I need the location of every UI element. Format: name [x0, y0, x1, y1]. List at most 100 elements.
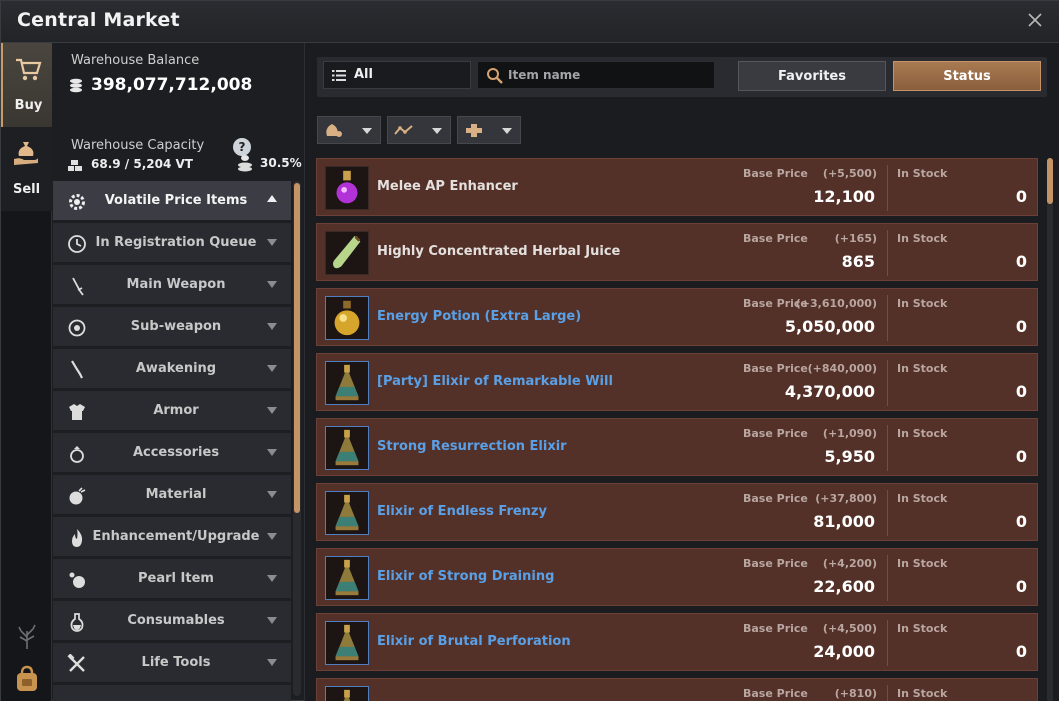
category-pearl-item[interactable]: Pearl Item — [53, 559, 291, 599]
warehouse-weight-value: 68.9 / 5,204 VT — [91, 157, 193, 171]
status-button[interactable]: Status — [893, 61, 1041, 91]
category-consumables[interactable]: Consumables — [53, 601, 291, 641]
tree-icon[interactable] — [15, 623, 39, 649]
price-change: (+3,610,000) — [795, 297, 877, 310]
search-box[interactable] — [477, 61, 715, 89]
sort-by-trend-button[interactable] — [387, 116, 451, 144]
category-scrollbar[interactable] — [293, 181, 301, 696]
tab-buy-label: Buy — [14, 98, 43, 113]
category-sub-weapon[interactable]: Sub-weapon — [53, 307, 291, 347]
side-tabs: Buy Sell — [1, 43, 52, 701]
filter-dropdown[interactable]: All — [323, 61, 471, 89]
price-change: (+1,090) — [822, 427, 877, 440]
category-scrollbar-thumb[interactable] — [294, 183, 300, 513]
in-stock-value: 0 — [1015, 187, 1027, 206]
market-item-row[interactable]: Strong Resurrection Elixir Base Price (+1,… — [316, 418, 1038, 476]
chevron-down-icon — [502, 128, 512, 134]
warehouse-info: Warehouse Balance 398,077,712,008 Wareho… — [53, 43, 303, 179]
category-label: In Registration Queue — [95, 235, 257, 250]
category-awakening[interactable]: Awakening — [53, 349, 291, 389]
category-main-weapon[interactable]: Main Weapon — [53, 265, 291, 305]
item-name[interactable]: Elixir of Brutal Perforation — [377, 634, 571, 649]
sort-by-add-button[interactable] — [457, 116, 521, 144]
in-stock-label: In Stock — [897, 297, 948, 310]
category-accessories[interactable]: Accessories — [53, 433, 291, 473]
in-stock-label: In Stock — [897, 622, 948, 635]
in-stock-label: In Stock — [897, 492, 948, 505]
item-name[interactable]: Elixir of Endless Frenzy — [377, 504, 547, 519]
market-item-row[interactable]: Elixir of Brutal Perforation Base Price (+… — [316, 613, 1038, 671]
category-armor[interactable]: Armor — [53, 391, 291, 431]
in-stock-value: 0 — [1015, 577, 1027, 596]
tab-sell-label: Sell — [12, 182, 41, 197]
category-volatile-price-items[interactable]: Volatile Price Items — [53, 181, 291, 221]
market-item-row[interactable]: Elixir of Strong Draining Base Price (+4,2… — [316, 548, 1038, 606]
money-bag-hand-icon — [14, 142, 38, 165]
category-material[interactable]: Material — [53, 475, 291, 515]
price-change: (+37,800) — [815, 492, 877, 505]
in-stock-label: In Stock — [897, 362, 948, 375]
category-label: Accessories — [132, 445, 220, 460]
plus-sort-icon — [466, 124, 482, 137]
in-stock-value: 0 — [1015, 512, 1027, 531]
close-icon[interactable] — [1026, 11, 1044, 29]
item-name[interactable]: Strong Resurrection Elixir — [377, 439, 567, 454]
backpack-icon[interactable] — [14, 665, 40, 693]
title-bar: Central Market — [1, 1, 1059, 43]
market-item-row[interactable]: Energy Potion (Extra Large) Base Price (+3… — [316, 288, 1038, 346]
tab-buy[interactable]: Buy — [1, 43, 52, 127]
market-item-row[interactable]: Melee AP Enhancer Base Price (+5,500) 12,10… — [316, 158, 1038, 216]
base-price-value: 12,100 — [813, 187, 875, 206]
in-stock-label: In Stock — [897, 687, 948, 700]
item-name[interactable]: [Party] Elixir of Remarkable Will — [377, 374, 613, 389]
purple-potion-icon — [325, 166, 369, 210]
chevron-down-icon — [267, 491, 277, 498]
category-life-tools[interactable]: Life Tools — [53, 643, 291, 683]
item-name[interactable]: Melee AP Enhancer — [377, 179, 518, 194]
blade-icon — [71, 360, 83, 379]
base-price-value: 24,000 — [813, 642, 875, 661]
gear-icon — [69, 194, 85, 210]
chevron-down-icon — [267, 323, 277, 330]
base-price-label: Base Price — [743, 362, 808, 375]
chevron-down-icon — [362, 128, 372, 134]
pearl-icon — [69, 572, 85, 588]
price-change: (+4,500) — [822, 622, 877, 635]
category-more[interactable] — [53, 685, 291, 701]
item-name-search-input[interactable] — [508, 65, 708, 85]
market-item-row[interactable]: Highly Concentrated Herbal Juice Base Pri… — [316, 223, 1038, 281]
category-label: Volatile Price Items — [104, 193, 248, 208]
favorites-button[interactable]: Favorites — [738, 61, 886, 91]
item-name[interactable]: Highly Concentrated Herbal Juice — [377, 244, 620, 259]
market-item-row[interactable]: [Party] Elixir of Remarkable Will Base Pr… — [316, 353, 1038, 411]
in-stock-value: 0 — [1015, 642, 1027, 661]
item-name[interactable]: Energy Potion (Extra Large) — [377, 309, 581, 324]
market-item-row[interactable]: Base Price (+810) In Stock — [316, 678, 1038, 701]
chevron-down-icon — [267, 575, 277, 582]
base-price-label: Base Price — [743, 167, 808, 180]
base-price-value: 81,000 — [813, 512, 875, 531]
item-list-scrollbar-thumb[interactable] — [1047, 158, 1053, 204]
chevron-down-icon — [267, 617, 277, 624]
filter-label: All — [354, 67, 373, 82]
sort-by-item-type-button[interactable] — [317, 116, 381, 144]
warehouse-balance-value: 398,077,712,008 — [91, 75, 253, 95]
category-label: Awakening — [135, 361, 217, 376]
tab-sell[interactable]: Sell — [1, 127, 52, 211]
base-price-box: Base Price (+810) — [733, 685, 888, 701]
market-item-row[interactable]: Elixir of Endless Frenzy Base Price (+37,8… — [316, 483, 1038, 541]
weight-icon — [68, 160, 82, 171]
base-price-box: Base Price (+4,500) 24,000 — [733, 620, 888, 666]
in-stock-value: 0 — [1015, 382, 1027, 401]
category-label: Life Tools — [141, 655, 211, 670]
base-price-label: Base Price — [743, 687, 808, 700]
elixir-icon — [325, 621, 369, 665]
base-price-value: 865 — [841, 252, 875, 271]
category-enhancement-upgrade[interactable]: Enhancement/Upgrade — [53, 517, 291, 557]
elixir-icon — [325, 426, 369, 470]
item-list-scrollbar[interactable] — [1047, 158, 1053, 701]
item-name[interactable]: Elixir of Strong Draining — [377, 569, 554, 584]
category-in-registration-queue[interactable]: In Registration Queue — [53, 223, 291, 263]
warehouse-balance-label: Warehouse Balance — [71, 53, 200, 68]
base-price-box: Base Price (+1,090) 5,950 — [733, 425, 888, 471]
